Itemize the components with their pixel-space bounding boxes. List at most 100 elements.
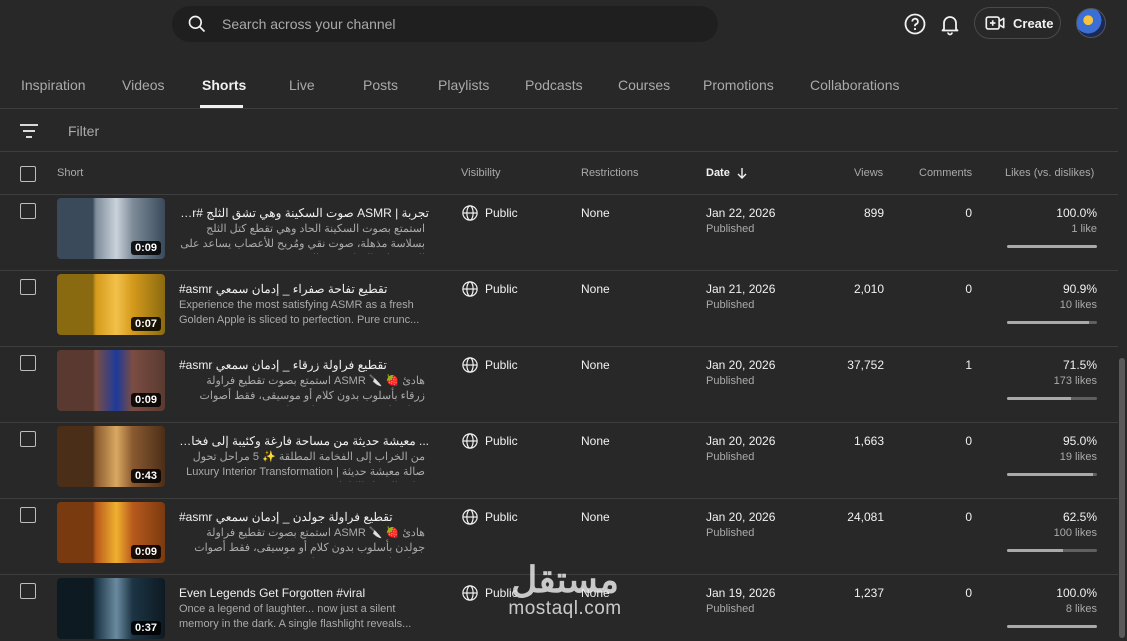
help-icon[interactable] [903,12,927,36]
publish-date: Jan 20, 2026 [706,434,776,448]
visibility-cell[interactable]: Public [461,356,518,374]
video-thumbnail[interactable]: 0:07 [57,274,165,335]
column-header-likes[interactable]: Likes (vs. dislikes) [1005,167,1094,179]
tab-playlists[interactable]: Playlists [438,77,489,93]
row-checkbox[interactable] [20,355,36,371]
video-thumbnail[interactable]: 0:43 [57,426,165,487]
globe-icon [462,357,478,373]
video-thumbnail[interactable]: 0:09 [57,350,165,411]
tab-live[interactable]: Live [289,77,315,93]
studio-content-page: Create Inspiration Videos Shorts Live Po… [0,0,1127,641]
visibility-label: Public [485,206,518,220]
table-row[interactable]: 0:09 #asmr تقطيع فراولة زرقاء _ إدمان سم… [0,347,1118,423]
content-tabs: Inspiration Videos Shorts Live Posts Pla… [0,50,1118,109]
publish-date: Jan 19, 2026 [706,586,776,600]
publish-status: Published [706,451,755,463]
channel-avatar[interactable] [1076,8,1106,38]
comments-count: 0 [965,510,972,524]
visibility-cell[interactable]: Public [461,280,518,298]
column-header-short: Short [57,167,84,179]
likes-count: 19 likes [1059,451,1097,463]
views-count: 899 [863,206,884,220]
likes-count: 8 likes [1065,603,1097,615]
row-checkbox[interactable] [20,507,36,523]
tab-shorts[interactable]: Shorts [202,77,246,93]
publish-status: Published [706,527,755,539]
video-title[interactable]: Even Legends Get Forgotten #viral [179,586,429,600]
column-header-date: Date [706,167,730,179]
column-header-restrictions[interactable]: Restrictions [581,167,638,179]
publish-status: Published [706,299,755,311]
tab-videos[interactable]: Videos [122,77,165,93]
video-thumbnail[interactable]: 0:09 [57,198,165,259]
notifications-bell-icon[interactable] [938,12,962,36]
column-header-views[interactable]: Views [854,167,883,179]
restrictions-value: None [581,206,610,220]
likes-ratio-fill [1007,397,1072,400]
likes-percentage: 62.5% [1062,510,1097,524]
column-header-visibility[interactable]: Visibility [461,167,501,179]
video-description: هادئ 🍓 🔪 ASMR استمتع بصوت تقطيع فراولة ز… [199,375,425,406]
video-title[interactable]: #asmr تقطيع فراولة جولدن _ إدمان سمعي [179,510,429,524]
search-input[interactable] [222,16,682,32]
create-button[interactable]: Create [974,7,1061,39]
watermark-arabic: مستقل [511,559,619,600]
table-row[interactable]: 0:07 #asmr تقطيع تفاحة صفراء _ إدمان سمع… [0,271,1118,347]
active-tab-indicator [200,105,243,108]
column-header-date-sort[interactable]: Date [706,167,748,179]
publish-status: Published [706,223,755,235]
tab-inspiration[interactable]: Inspiration [21,77,86,93]
likes-ratio-fill [1007,473,1093,476]
likes-percentage: 71.5% [1062,358,1097,372]
video-title[interactable]: ... معيشة حديثة من مساحة فارغة وكئيبة إل… [179,434,429,448]
visibility-cell[interactable]: Public [461,204,518,222]
table-row[interactable]: 0:09 تجربة | ASMR صوت السكينة وهي تشق ال… [0,195,1118,271]
video-thumbnail[interactable]: 0:37 [57,578,165,639]
likes-percentage: 100.0% [1056,206,1097,220]
filter-bar: Filter [0,110,1118,152]
video-title[interactable]: تجربة | ASMR صوت السكينة وهي تشق الثلج #… [179,206,429,220]
select-all-checkbox[interactable] [20,166,36,182]
comments-count: 0 [965,206,972,220]
column-header-comments[interactable]: Comments [919,167,972,179]
likes-ratio-fill [1007,625,1097,628]
visibility-label: Public [485,434,518,448]
visibility-label: Public [485,358,518,372]
video-duration: 0:43 [130,469,161,483]
top-bar: Create [0,0,1127,50]
publish-status: Published [706,603,755,615]
tab-posts[interactable]: Posts [363,77,398,93]
watermark-latin: mostaql.com [508,598,622,619]
search-icon[interactable] [187,14,207,34]
tab-podcasts[interactable]: Podcasts [525,77,583,93]
create-video-icon [985,16,1005,30]
video-duration: 0:09 [130,241,161,255]
filter-input[interactable]: Filter [68,123,99,139]
tab-promotions[interactable]: Promotions [703,77,774,93]
vertical-scrollbar[interactable] [1119,358,1125,638]
visibility-label: Public [485,282,518,296]
visibility-cell[interactable]: Public [461,508,518,526]
likes-ratio-fill [1007,549,1064,552]
row-checkbox[interactable] [20,279,36,295]
tab-courses[interactable]: Courses [618,77,670,93]
visibility-label: Public [485,510,518,524]
row-checkbox[interactable] [20,431,36,447]
video-title[interactable]: #asmr تقطيع فراولة زرقاء _ إدمان سمعي [179,358,429,372]
comments-count: 0 [965,282,972,296]
search-box[interactable] [172,6,718,42]
filter-icon[interactable] [19,123,39,139]
visibility-cell[interactable]: Public [461,432,518,450]
likes-ratio-bar [1007,321,1097,324]
video-title[interactable]: #asmr تقطيع تفاحة صفراء _ إدمان سمعي [179,282,429,296]
table-row[interactable]: 0:43 ... معيشة حديثة من مساحة فارغة وكئي… [0,423,1118,499]
row-checkbox[interactable] [20,203,36,219]
row-checkbox[interactable] [20,583,36,599]
restrictions-value: None [581,510,610,524]
video-thumbnail[interactable]: 0:09 [57,502,165,563]
tab-collaborations[interactable]: Collaborations [810,77,900,93]
comments-count: 0 [965,586,972,600]
mostaql-watermark: مستقل mostaql.com [495,562,635,620]
video-duration: 0:09 [130,393,161,407]
likes-percentage: 95.0% [1062,434,1097,448]
